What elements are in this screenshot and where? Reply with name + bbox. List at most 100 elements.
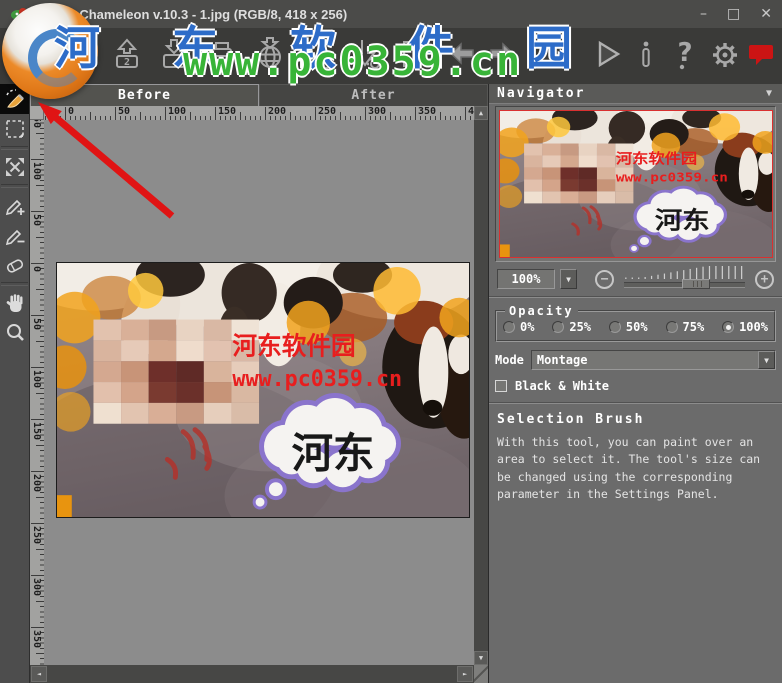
zoom-slider[interactable] [623,266,746,292]
h-ruler-label: 150 [218,106,237,117]
selection-brush-tool[interactable] [0,84,29,114]
save-preset-button[interactable] [346,34,386,74]
post-to-web-button[interactable] [250,34,290,74]
ruler-origin-box [30,106,44,120]
opacity-legend: Opacity [509,304,574,318]
magnifier-icon [6,324,24,341]
tool-panel [0,84,30,683]
zoom-out-button[interactable]: − [595,269,614,289]
radio-label: 100% [739,320,768,334]
radio-circle[interactable] [503,321,515,333]
v-ruler-label: 350 [31,630,42,649]
zoom-value-field[interactable]: 100% [497,269,555,289]
globe-download-icon [259,37,281,68]
tab-before[interactable]: Before [30,84,259,106]
transform-tool[interactable] [0,152,29,182]
rectangle-selection-tool[interactable] [0,114,29,144]
zoom-tool[interactable] [0,318,29,348]
subtract-selection-pen-tool[interactable] [0,220,29,250]
hint-text: With this tool, you can paint over an ar… [497,435,761,501]
mode-value: Montage [536,353,588,367]
zoom-slider-thumb[interactable] [682,279,711,289]
undo-arrow-icon [449,42,474,65]
load-preset-button[interactable] [298,34,338,74]
v-ruler-label: 150 [31,422,42,441]
radio-circle[interactable] [552,321,565,333]
h-ruler-label: 250 [318,106,337,117]
opacity-radio-75pct[interactable]: 75% [665,320,704,334]
arrow-up-gear-icon [306,39,334,72]
window-title: AKVIS Chameleon v.10.3 - 1.jpg (RGB/8, 4… [36,6,348,22]
h-ruler-label: 300 [368,106,387,117]
mode-label: Mode [495,353,524,367]
navigator-title: Navigator [497,86,586,101]
scroll-down-button[interactable]: ▼ [474,651,488,665]
print-button[interactable] [202,34,242,74]
transform-arrows-icon [5,158,24,176]
opacity-options: 0% 25% 50% 75% 100% [499,319,772,334]
eraser-icon [6,259,23,273]
horizontal-scrollbar[interactable]: ◄ ► [30,665,474,683]
zoom-in-button[interactable]: + [755,269,774,289]
zoom-controls: 100% ▼ − + [497,266,774,292]
h-ruler-label: 100 [168,106,187,117]
help-button[interactable]: ? [666,34,704,74]
ruler-icon [403,41,426,67]
main-area: Before After 0 50 100 150 200 250 300 350 400 15… [0,80,782,683]
save-image-button[interactable] [154,34,194,74]
open-first-image-button[interactable]: 1 [60,34,100,74]
navigator-thumbnail[interactable] [498,110,773,258]
h-ruler-label: 50 [118,106,131,117]
opacity-radio-50pct[interactable]: 50% [608,320,648,334]
run-button[interactable] [588,34,626,74]
v-ruler: 150 100 50 0 50 100 150 200 250 300 350 [30,120,44,665]
redo-button[interactable] [482,34,522,74]
mode-dropdown[interactable]: Montage ▼ [530,350,776,370]
hand-tool[interactable] [0,288,29,318]
close-button[interactable]: ✕ [760,7,772,21]
radio-circle[interactable] [608,321,621,333]
navigator-collapse-caret[interactable]: ▼ [766,88,774,99]
h-ruler-label: 200 [268,106,287,117]
opacity-radio-25pct[interactable]: 25% [552,320,591,334]
svg-text:2: 2 [124,57,130,68]
preferences-button[interactable] [706,34,744,74]
opacity-radio-100pct[interactable]: 100% [722,320,768,334]
add-selection-pen-tool[interactable] [0,190,29,220]
before-image[interactable] [56,262,470,518]
undo-button[interactable] [442,34,482,74]
open-image-1-icon: 1 [69,38,91,68]
akvis-chameleon-window: AKVIS Chameleon v.10.3 - 1.jpg (RGB/8, 4… [0,0,782,683]
scroll-left-button[interactable]: ◄ [31,666,47,682]
canvas-area: Before After 0 50 100 150 200 250 300 350 400 15… [30,84,488,683]
marquee-icon [5,120,24,138]
mode-dropdown-caret[interactable]: ▼ [758,351,775,369]
v-ruler-label: 250 [31,526,42,545]
feedback-button[interactable] [744,34,778,74]
akvis-chameleon-logo [6,38,54,77]
scroll-up-button[interactable]: ▲ [474,106,488,120]
radio-circle[interactable] [722,321,735,333]
tab-after[interactable]: After [259,84,488,106]
v-ruler-label: 150 [31,120,42,128]
svg-text:1: 1 [77,57,83,68]
image-canvas[interactable] [44,120,474,665]
maximize-button[interactable]: □ [727,7,740,21]
radio-circle[interactable] [665,321,678,333]
resize-image-button[interactable] [394,34,434,74]
opacity-radio-0pct[interactable]: 0% [503,320,534,334]
resize-grip[interactable] [474,665,488,683]
vertical-scrollbar[interactable]: ▲ ▼ [474,106,488,665]
zoom-dropdown-button[interactable]: ▼ [560,269,577,289]
scroll-right-button[interactable]: ► [457,666,473,682]
h-ruler-label: 400 [468,106,474,117]
black-and-white-checkbox[interactable] [495,380,507,392]
tool-panel-separator [1,184,28,188]
radio-label: 25% [569,320,592,334]
open-second-image-button[interactable]: 2 [107,34,147,74]
info-button[interactable] [628,34,664,74]
minimize-button[interactable]: – [700,7,707,21]
open-image-2-icon: 2 [116,38,138,68]
eraser-tool[interactable] [0,250,29,280]
black-and-white-option[interactable]: Black & White [495,379,776,393]
